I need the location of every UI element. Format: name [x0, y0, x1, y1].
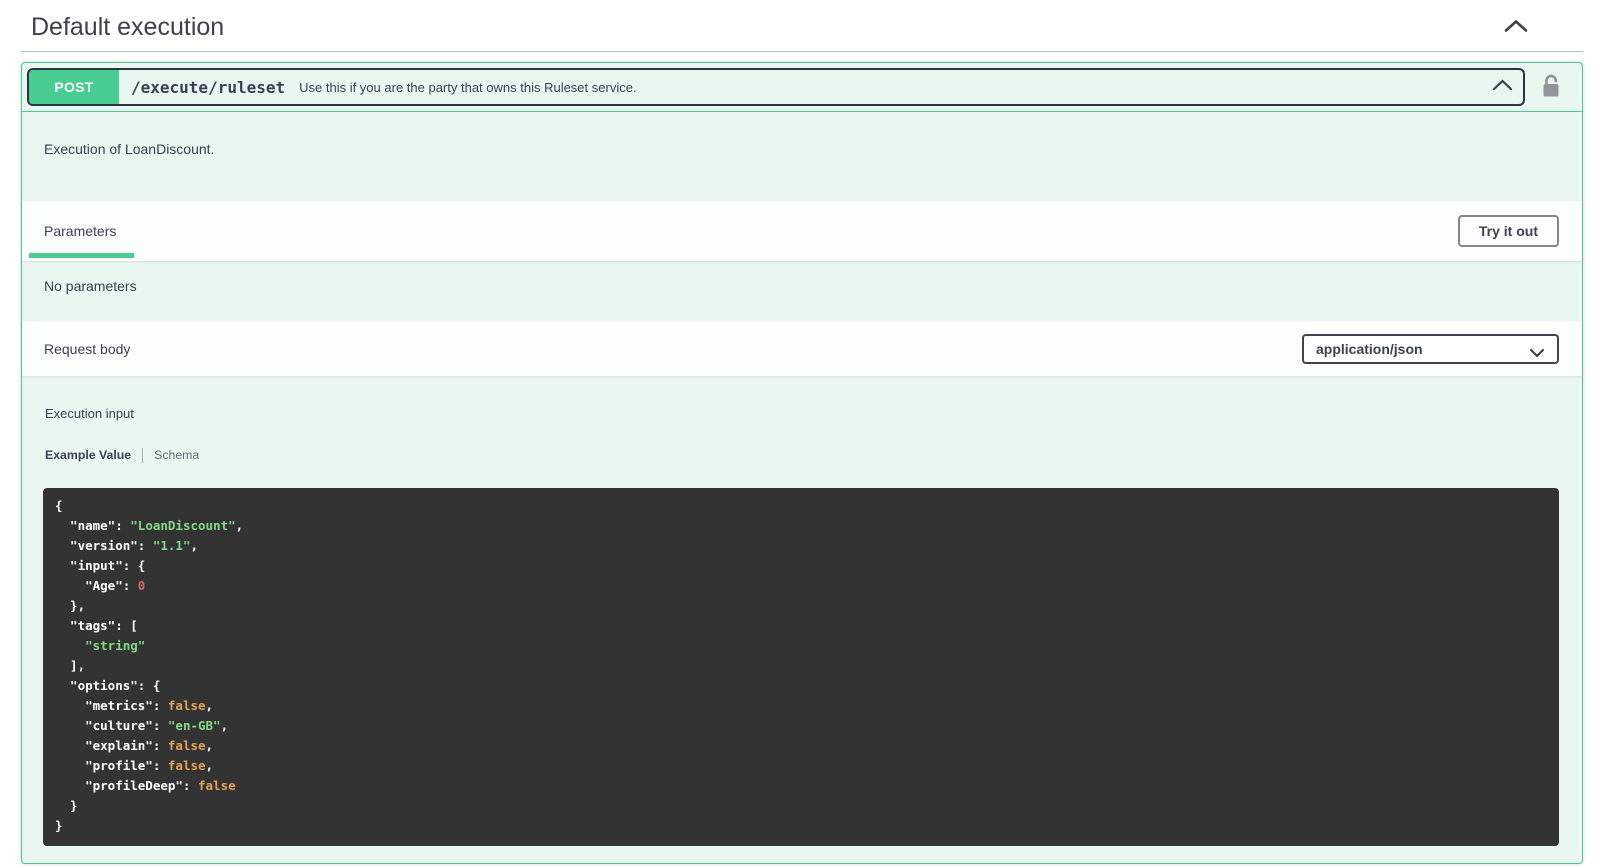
chevron-up-icon: [1504, 19, 1528, 36]
tab-divider: [142, 447, 144, 463]
chevron-down-icon: [1529, 345, 1545, 361]
content-type-select[interactable]: application/json: [1302, 333, 1559, 364]
operation-summary-text: Use this if you are the party that owns …: [299, 79, 637, 95]
code-line: "options": {: [55, 678, 161, 693]
section-collapse-button[interactable]: [1504, 19, 1528, 36]
code-line: "input": {: [55, 558, 146, 573]
method-badge: POST: [29, 70, 119, 104]
code-line: "tags": [: [55, 618, 138, 633]
execution-input-label: Execution input: [45, 406, 134, 421]
operation-block: POST /execute/ruleset Use this if you ar…: [21, 62, 1583, 864]
operation-summary[interactable]: POST /execute/ruleset Use this if you ar…: [22, 63, 1582, 112]
parameters-title: Parameters: [44, 223, 117, 239]
content-type-value: application/json: [1316, 340, 1423, 357]
code-line: "version": "1.1",: [55, 538, 199, 553]
operation-summary-box[interactable]: POST /execute/ruleset Use this if you ar…: [27, 68, 1525, 106]
code-line: "culture": "en-GB",: [55, 718, 229, 733]
authorize-lock-button[interactable]: [1541, 73, 1562, 102]
chevron-up-icon[interactable]: [1492, 78, 1513, 96]
swagger-operation-page: Default execution POST /execute/ruleset …: [0, 0, 1597, 864]
parameters-tab-underline: [29, 253, 134, 258]
tab-schema[interactable]: Schema: [154, 448, 199, 462]
code-line: "profile": false,: [55, 758, 214, 773]
code-line: "metrics": false,: [55, 698, 214, 713]
model-tabs: Example Value Schema: [45, 447, 1559, 463]
unlocked-padlock-icon: [1541, 73, 1562, 102]
example-json-code: { "name": "LoanDiscount", "version": "1.…: [43, 488, 1559, 846]
code-line: "explain": false,: [55, 738, 214, 753]
parameters-section-header: Parameters Try it out: [22, 201, 1582, 261]
no-parameters-message: No parameters: [44, 278, 137, 294]
section-title: Default execution: [31, 13, 225, 41]
code-line: ],: [55, 658, 86, 673]
request-body-title: Request body: [44, 340, 131, 357]
operation-body: Execution of LoanDiscount. Parameters Tr…: [22, 112, 1582, 866]
operation-description-text: Execution of LoanDiscount.: [44, 141, 215, 157]
code-line: }: [55, 798, 78, 813]
request-body-section-header: Request body application/json: [22, 321, 1582, 376]
code-line: },: [55, 598, 86, 613]
code-line: {: [55, 498, 63, 513]
operation-path: /execute/ruleset: [131, 77, 286, 97]
code-line: }: [55, 818, 63, 833]
tab-example-value[interactable]: Example Value: [45, 448, 131, 462]
request-body-content: Execution input Example Value Schema { "…: [22, 376, 1582, 866]
try-it-out-button[interactable]: Try it out: [1457, 215, 1559, 247]
code-line: "name": "LoanDiscount",: [55, 518, 244, 533]
code-line: "Age": 0: [55, 578, 146, 593]
code-line: "string": [85, 638, 146, 653]
section-header: Default execution: [21, 0, 1583, 52]
operation-description: Execution of LoanDiscount.: [22, 112, 1582, 201]
code-line: "profileDeep": false: [55, 778, 236, 793]
